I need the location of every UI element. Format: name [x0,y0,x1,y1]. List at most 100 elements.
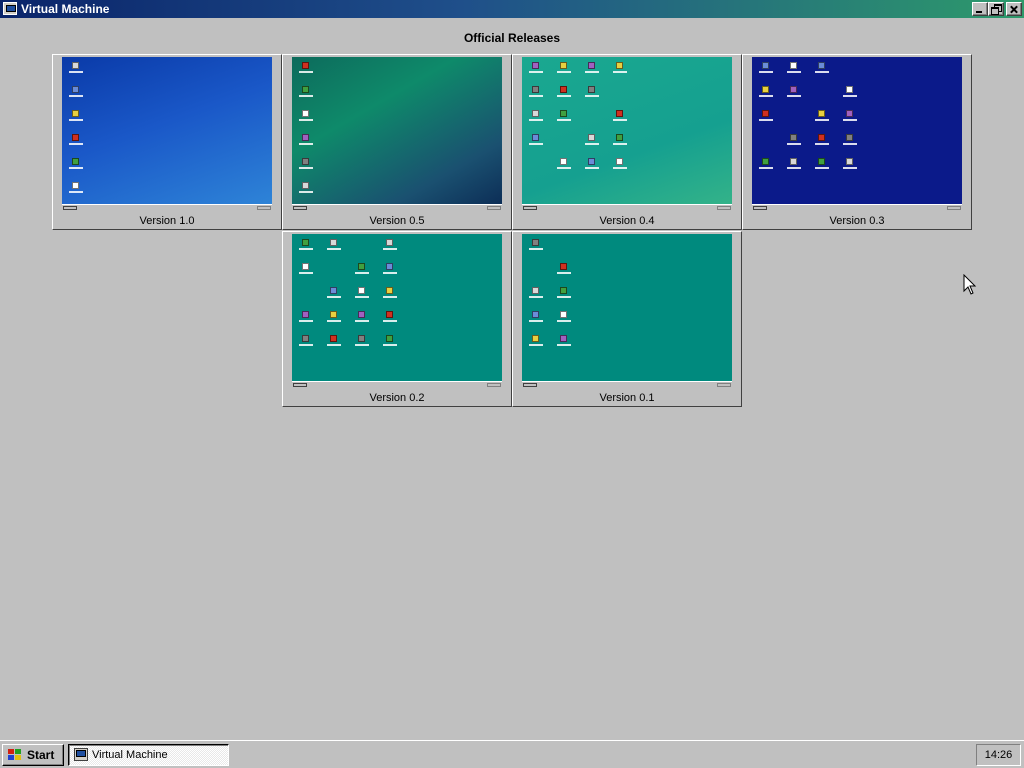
mini-desktop-icon [386,239,393,246]
release-label: Version 0.3 [829,215,885,227]
desktop-thumbnail [292,234,502,388]
close-button[interactable] [1006,2,1022,16]
mini-desktop-icon [616,62,623,69]
virtual-machine-icon[interactable] [3,2,17,15]
mini-icon-label [557,344,571,346]
mini-icon-label [529,143,543,145]
mini-desktop-icon [330,311,337,318]
start-label: Start [27,748,55,762]
mini-icon-label [299,344,313,346]
mini-desktop-icon [302,110,309,117]
page-title: Official Releases [463,31,561,45]
mini-icon-label [759,95,773,97]
mini-desktop-icon [386,335,393,342]
mini-icon-label [383,296,397,298]
mini-icon-label [327,296,341,298]
mini-desktop-icon [532,287,539,294]
mini-desktop-icon [532,134,539,141]
mini-icon-label [69,167,83,169]
release-label: Version 0.1 [599,392,655,404]
mini-desktop-icon [846,110,853,117]
task-label: Virtual Machine [92,749,168,761]
mini-clock [257,206,271,210]
release-tile-version-0-5[interactable]: Version 0.5 [282,54,512,230]
mini-icon-label [557,320,571,322]
release-tile-version-0-1[interactable]: Version 0.1 [512,231,742,407]
mini-clock [947,206,961,210]
mini-icon-label [585,71,599,73]
release-tile-version-0-2[interactable]: Version 0.2 [282,231,512,407]
mini-icon-label [69,71,83,73]
desktop-thumbnail [752,57,962,211]
mini-desktop-icon [302,62,309,69]
mini-icon-label [613,143,627,145]
mini-icon-label [355,344,369,346]
mini-icon-label [759,167,773,169]
mini-desktop-icon [846,86,853,93]
mini-desktop-icon [386,311,393,318]
mini-desktop-icon [762,86,769,93]
mini-desktop-icon [302,335,309,342]
mini-icon-label [815,71,829,73]
release-tile-version-0-3[interactable]: Version 0.3 [742,54,972,230]
mini-taskbar [522,204,732,211]
mini-desktop-icon [386,263,393,270]
mini-desktop-icon [532,311,539,318]
mini-taskbar [522,381,732,388]
mini-desktop-icon [302,311,309,318]
mini-icon-label [529,320,543,322]
mini-icon-label [355,320,369,322]
mini-icon-label [327,320,341,322]
mini-taskbar [752,204,962,211]
mini-desktop-icon [846,158,853,165]
start-button[interactable]: Start [2,744,64,766]
mini-desktop-icon [560,86,567,93]
desktop-thumbnail [522,57,732,211]
mini-icon-label [69,143,83,145]
mini-desktop-icon [302,134,309,141]
release-label: Version 1.0 [139,215,195,227]
mini-icon-label [529,296,543,298]
mini-desktop-icon [72,134,79,141]
mouse-pointer-icon [963,274,977,295]
mini-icon-label [557,95,571,97]
mini-desktop-icon [358,311,365,318]
mini-desktop-icon [330,335,337,342]
title-bar[interactable]: Virtual Machine [0,0,1024,18]
mini-desktop-icon [790,134,797,141]
mini-desktop-icon [302,158,309,165]
system-tray-clock[interactable]: 14:26 [976,744,1021,766]
mini-start-button [63,206,77,210]
mini-desktop-icon [588,86,595,93]
mini-desktop-icon [560,287,567,294]
mini-start-button [523,206,537,210]
release-label: Version 0.4 [599,215,655,227]
mini-desktop-icon [358,287,365,294]
taskbar-button-virtual-machine[interactable]: Virtual Machine [68,744,229,766]
minimize-button[interactable] [972,2,988,16]
mini-desktop-icon [762,158,769,165]
mini-desktop-icon [588,134,595,141]
mini-icon-label [585,167,599,169]
mini-desktop-icon [358,263,365,270]
mini-icon-label [557,119,571,121]
mini-icon-label [529,95,543,97]
mini-icon-label [613,71,627,73]
mini-icon-label [787,167,801,169]
mini-desktop-icon [616,134,623,141]
mini-start-button [293,383,307,387]
mini-icon-label [355,272,369,274]
mini-icon-label [529,119,543,121]
mini-desktop-icon [302,263,309,270]
release-tile-version-1-0[interactable]: Version 1.0 [52,54,282,230]
mini-icon-label [383,272,397,274]
restore-button[interactable] [988,2,1004,16]
mini-desktop-icon [302,86,309,93]
windows-logo-icon [8,749,21,760]
mini-icon-label [383,344,397,346]
mini-desktop-icon [72,158,79,165]
mini-desktop-icon [588,62,595,69]
release-tile-version-0-4[interactable]: Version 0.4 [512,54,742,230]
mini-icon-label [355,296,369,298]
mini-clock [487,383,501,387]
